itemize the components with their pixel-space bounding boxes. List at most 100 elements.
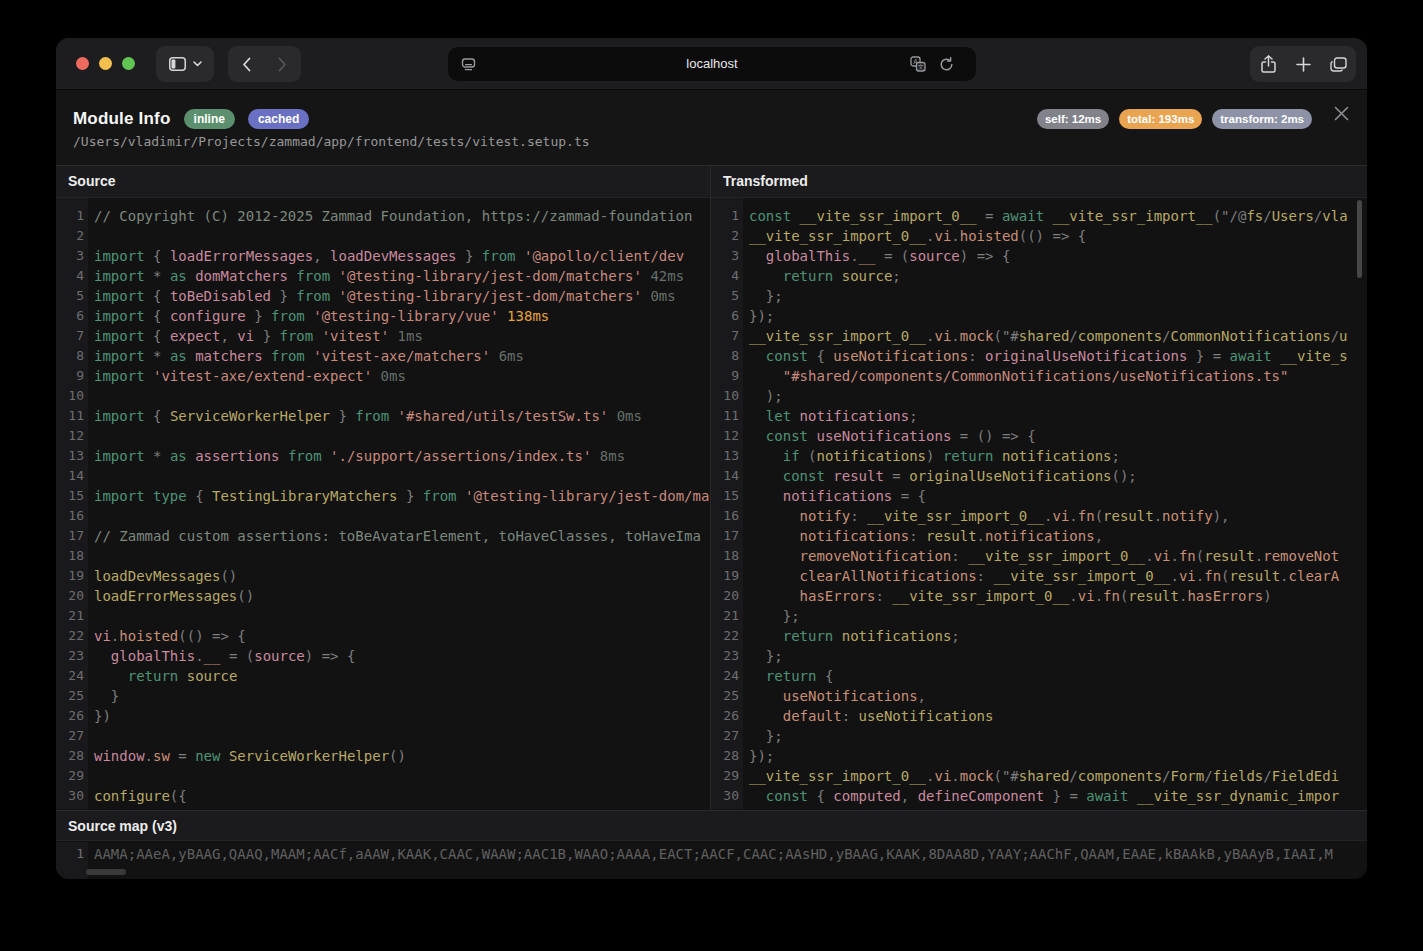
line-number: 4 <box>711 266 739 286</box>
line-number: 14 <box>56 466 84 486</box>
line-number: 16 <box>711 506 739 526</box>
line-number: 12 <box>711 426 739 446</box>
svg-text:文: 文 <box>918 63 925 70</box>
line-number: 7 <box>56 326 84 346</box>
sourcemap-title: Source map (v3) <box>56 810 1367 841</box>
code-line: 6import { configure } from '@testing-lib… <box>56 306 710 326</box>
code-line: 19loadDevMessages() <box>56 566 710 586</box>
code-line: 7__vite_ssr_import_0__.vi.mock("#shared/… <box>711 326 1367 346</box>
code-line: 10 ); <box>711 386 1367 406</box>
browser-titlebar: localhost A文 <box>56 38 1367 90</box>
sidebar-toggle-button[interactable] <box>156 46 214 82</box>
line-number: 3 <box>711 246 739 266</box>
code-line: 17 notifications: result.notifications, <box>711 526 1367 546</box>
code-line: 24 return { <box>711 666 1367 686</box>
line-number: 11 <box>711 406 739 426</box>
new-tab-button[interactable] <box>1286 46 1321 82</box>
code-line: 23 globalThis.__ = (source) => { <box>56 646 710 666</box>
timing-transform-badge: transform: 2ms <box>1212 109 1312 129</box>
line-number: 6 <box>56 306 84 326</box>
line-number: 17 <box>56 526 84 546</box>
line-number: 24 <box>711 666 739 686</box>
reload-icon[interactable] <box>934 52 958 76</box>
code-line: 9 "#shared/components/CommonNotification… <box>711 366 1367 386</box>
code-line: 6}); <box>711 306 1367 326</box>
url-text: localhost <box>448 47 976 81</box>
line-number: 22 <box>711 626 739 646</box>
line-number: 3 <box>56 246 84 266</box>
line-number: 24 <box>56 666 84 686</box>
code-line: 5 }; <box>711 286 1367 306</box>
line-number: 19 <box>56 566 84 586</box>
address-bar[interactable]: localhost A文 <box>448 47 976 81</box>
tab-overview-button[interactable] <box>1321 46 1356 82</box>
page-title: Module Info <box>73 109 171 129</box>
badge-cached: cached <box>248 109 309 129</box>
code-line: 25 } <box>56 686 710 706</box>
transformed-panel: Transformed 1const __vite_ssr_import_0__… <box>711 166 1367 810</box>
line-number: 5 <box>56 286 84 306</box>
transformed-panel-title: Transformed <box>711 166 1367 198</box>
line-number: 30 <box>56 786 84 806</box>
code-line: 24 return source <box>56 666 710 686</box>
timing-self-badge: self: 12ms <box>1037 109 1109 129</box>
code-line: 15 notifications = { <box>711 486 1367 506</box>
code-line: 26}) <box>56 706 710 726</box>
code-line: 19 clearAllNotifications: __vite_ssr_imp… <box>711 566 1367 586</box>
zoom-window-button[interactable] <box>122 57 135 70</box>
translate-icon[interactable]: A文 <box>906 52 930 76</box>
line-number: 4 <box>56 266 84 286</box>
code-line: 9import 'vitest-axe/extend-expect' 0ms <box>56 366 710 386</box>
line-number: 30 <box>711 786 739 806</box>
code-line: 12 const useNotifications = () => { <box>711 426 1367 446</box>
code-line: 28}); <box>711 746 1367 766</box>
line-number: 21 <box>56 606 84 626</box>
line-number: 19 <box>711 566 739 586</box>
code-line: 22vi.hoisted(() => { <box>56 626 710 646</box>
line-number: 10 <box>711 386 739 406</box>
code-line: 3import { loadErrorMessages, loadDevMess… <box>56 246 710 266</box>
line-number: 10 <box>56 386 84 406</box>
line-number: 6 <box>711 306 739 326</box>
line-number: 2 <box>711 226 739 246</box>
close-window-button[interactable] <box>76 57 89 70</box>
minimize-window-button[interactable] <box>99 57 112 70</box>
line-number: 2 <box>56 226 84 246</box>
horizontal-scrollbar[interactable] <box>86 869 126 875</box>
code-line: 20loadErrorMessages() <box>56 586 710 606</box>
back-button[interactable] <box>229 46 265 82</box>
vertical-scrollbar[interactable] <box>1357 200 1362 278</box>
line-number: 25 <box>56 686 84 706</box>
close-icon[interactable] <box>1332 104 1350 122</box>
sourcemap-editor[interactable]: 1AAMA;AAeA,yBAAG,QAAQ,MAAM;AACf,aAAW,KAA… <box>56 842 1367 879</box>
line-number: 5 <box>711 286 739 306</box>
code-line: 5import { toBeDisabled } from '@testing-… <box>56 286 710 306</box>
line-number: 15 <box>711 486 739 506</box>
line-number: 18 <box>711 546 739 566</box>
line-number: 23 <box>711 646 739 666</box>
source-panel-title: Source <box>56 166 710 198</box>
code-line: 30 const { computed, defineComponent } =… <box>711 786 1367 806</box>
sourcemap-mappings: AAMA;AAeA,yBAAG,QAAQ,MAAM;AACf,aAAW,KAAK… <box>84 844 1333 864</box>
line-number: 11 <box>56 406 84 426</box>
line-number: 7 <box>711 326 739 346</box>
code-line: 8 const { useNotifications: originalUseN… <box>711 346 1367 366</box>
line-number: 8 <box>56 346 84 366</box>
code-line: 17// Zammad custom assertions: toBeAvata… <box>56 526 710 546</box>
code-line: 14 const result = originalUseNotificatio… <box>711 466 1367 486</box>
line-number: 26 <box>56 706 84 726</box>
forward-button[interactable] <box>265 46 301 82</box>
code-line: 11 let notifications; <box>711 406 1367 426</box>
line-number: 13 <box>56 446 84 466</box>
sourcemap-line-number: 1 <box>56 844 84 864</box>
source-code-editor[interactable]: 1// Copyright (C) 2012-2025 Zammad Found… <box>56 198 710 809</box>
code-line: 13import * as assertions from './support… <box>56 446 710 466</box>
timing-total-badge: total: 193ms <box>1119 109 1202 129</box>
share-button[interactable] <box>1251 46 1286 82</box>
line-number: 23 <box>56 646 84 666</box>
transformed-code-editor[interactable]: 1const __vite_ssr_import_0__ = await __v… <box>711 198 1367 809</box>
nav-buttons <box>228 46 301 82</box>
line-number: 9 <box>711 366 739 386</box>
code-line: 23 }; <box>711 646 1367 666</box>
code-line: 21 <box>56 606 710 626</box>
